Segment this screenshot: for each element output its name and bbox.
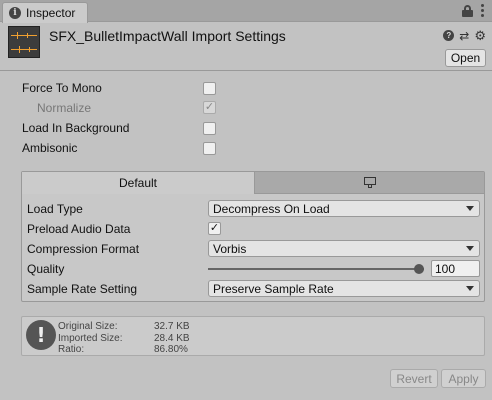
- info-icon: i: [9, 7, 21, 19]
- audio-clip-icon: [8, 26, 40, 58]
- compression-format-value: Vorbis: [213, 241, 247, 256]
- quality-label: Quality: [27, 262, 65, 276]
- compression-format-row: Compression Format: [27, 240, 139, 258]
- header-icons: ? ⇄ ⚙: [443, 29, 486, 42]
- tab-standalone[interactable]: [254, 172, 484, 194]
- force-to-mono-label: Force To Mono: [22, 81, 102, 95]
- quality-row: Quality: [27, 260, 64, 278]
- ratio-label: Ratio:: [58, 344, 85, 355]
- inspector-tab-label: Inspector: [26, 6, 76, 20]
- chevron-down-icon: [466, 246, 474, 251]
- ambisonic-checkbox[interactable]: [203, 142, 216, 155]
- load-type-dropdown[interactable]: Decompress On Load: [208, 200, 480, 217]
- preload-audio-data-label: Preload Audio Data: [27, 222, 131, 236]
- preload-audio-data-row: Preload Audio Data: [27, 220, 130, 238]
- more-menu-icon[interactable]: [481, 4, 484, 17]
- sample-rate-setting-value: Preserve Sample Rate: [213, 281, 334, 296]
- quality-slider-track[interactable]: [208, 268, 424, 270]
- imported-size-value: 28.4 KB: [154, 333, 190, 344]
- force-to-mono-row: Force To Mono: [22, 79, 102, 97]
- load-type-row: Load Type: [27, 200, 83, 218]
- sample-rate-setting-label: Sample Rate Setting: [27, 282, 138, 296]
- quality-slider-thumb[interactable]: [414, 264, 424, 274]
- load-in-background-label: Load In Background: [22, 121, 130, 135]
- ambisonic-row: Ambisonic: [22, 139, 77, 157]
- compression-format-label: Compression Format: [27, 242, 140, 256]
- info-exclamation-icon: !: [26, 320, 56, 350]
- load-type-label: Load Type: [27, 202, 83, 216]
- asset-header: SFX_BulletImpactWall Import Settings ? ⇄…: [0, 23, 492, 70]
- monitor-icon: [363, 177, 376, 188]
- ratio-value: 86.80%: [154, 344, 188, 355]
- lock-icon[interactable]: [462, 4, 473, 17]
- apply-button[interactable]: Apply: [441, 369, 486, 388]
- sample-rate-setting-dropdown[interactable]: Preserve Sample Rate: [208, 280, 480, 297]
- normalize-row: Normalize: [37, 99, 91, 117]
- load-type-value: Decompress On Load: [213, 201, 330, 216]
- chevron-down-icon: [466, 206, 474, 211]
- normalize-label: Normalize: [37, 101, 92, 115]
- tab-tools: [462, 4, 484, 17]
- compression-format-dropdown[interactable]: Vorbis: [208, 240, 480, 257]
- imported-size-label: Imported Size:: [58, 333, 123, 344]
- preset-sliders-icon[interactable]: ⇄: [459, 30, 469, 42]
- load-in-background-checkbox[interactable]: [203, 122, 216, 135]
- gear-icon[interactable]: ⚙: [474, 29, 486, 42]
- revert-button[interactable]: Revert: [390, 369, 438, 388]
- asset-title: SFX_BulletImpactWall Import Settings: [49, 28, 286, 44]
- original-size-value: 32.7 KB: [154, 321, 190, 332]
- sample-rate-setting-row: Sample Rate Setting: [27, 280, 137, 298]
- original-size-label: Original Size:: [58, 321, 118, 332]
- header-divider: [0, 70, 492, 71]
- tab-bar: i Inspector: [0, 0, 492, 23]
- preload-audio-data-checkbox[interactable]: ✓: [208, 222, 221, 235]
- help-icon[interactable]: ?: [443, 30, 455, 41]
- quality-value: 100: [435, 261, 456, 276]
- inspector-tab[interactable]: i Inspector: [2, 2, 88, 23]
- quality-number-field[interactable]: 100: [431, 260, 480, 277]
- normalize-checkbox[interactable]: ✓: [203, 101, 216, 114]
- force-to-mono-checkbox[interactable]: [203, 82, 216, 95]
- tab-default[interactable]: Default: [22, 172, 254, 194]
- load-in-background-row: Load In Background: [22, 119, 129, 137]
- chevron-down-icon: [466, 286, 474, 291]
- open-button[interactable]: Open: [445, 49, 486, 67]
- ambisonic-label: Ambisonic: [22, 141, 78, 155]
- import-info-box: ! Original Size: 32.7 KB Imported Size: …: [21, 316, 485, 356]
